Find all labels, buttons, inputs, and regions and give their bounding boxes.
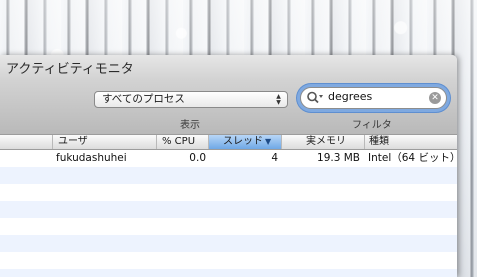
- column-header-threads-label: スレッド: [223, 136, 263, 147]
- clear-icon[interactable]: ✕: [429, 92, 441, 104]
- column-header-kind[interactable]: 種類: [364, 135, 457, 149]
- empty-row: [0, 201, 457, 218]
- magnifier-icon[interactable]: [306, 90, 324, 106]
- empty-row: [0, 235, 457, 252]
- table-row[interactable]: fukudashuhei 0.0 4 19.3 MB Intel（64 ビット）: [0, 150, 457, 167]
- column-header-kind-label: 種類: [369, 136, 389, 147]
- column-header-threads[interactable]: スレッド ▼: [208, 135, 281, 149]
- empty-row: [0, 184, 457, 201]
- process-filter-value: すべてのプロセス: [102, 93, 185, 105]
- empty-row: [0, 269, 457, 277]
- process-table: fukudashuhei 0.0 4 19.3 MB Intel（64 ビット）: [0, 150, 457, 277]
- search-field[interactable]: degrees ✕: [300, 87, 447, 109]
- column-header-user-label: ユーザ: [58, 136, 88, 147]
- cell-threads: 4: [271, 152, 278, 164]
- empty-row: [0, 218, 457, 235]
- show-label: 表示: [180, 120, 200, 131]
- column-header-user[interactable]: ユーザ: [52, 135, 156, 149]
- cell-kind: Intel（64 ビット）: [368, 152, 457, 164]
- sort-descending-icon: ▼: [265, 137, 272, 146]
- cell-cpu: 0.0: [189, 152, 206, 164]
- empty-row: [0, 252, 457, 269]
- cell-user: fukudashuhei: [56, 152, 127, 164]
- process-filter-select[interactable]: すべてのプロセス ▲ ▼: [94, 91, 288, 108]
- table-header: ユーザ % CPU スレッド ▼ 実メモリ 種類: [0, 134, 457, 150]
- toolbar: すべてのプロセス ▲ ▼ 表示 degrees ✕ フィルタ: [0, 79, 457, 134]
- cell-memory: 19.3 MB: [317, 152, 360, 164]
- updown-arrows-icon: ▲ ▼: [276, 93, 281, 106]
- column-header-cpu[interactable]: % CPU: [156, 135, 208, 149]
- column-header-cpu-label: % CPU: [162, 136, 196, 147]
- title-bar[interactable]: アクティビティモニタ: [0, 55, 457, 79]
- filter-label: フィルタ: [352, 120, 392, 131]
- activity-monitor-window: アクティビティモニタ すべてのプロセス ▲ ▼ 表示 degrees ✕ フィルタ…: [0, 55, 457, 277]
- empty-row: [0, 167, 457, 184]
- column-header-memory[interactable]: 実メモリ: [281, 135, 364, 149]
- column-header-memory-label: 実メモリ: [306, 136, 346, 147]
- search-input[interactable]: degrees: [328, 90, 372, 103]
- window-title: アクティビティモニタ: [6, 62, 134, 77]
